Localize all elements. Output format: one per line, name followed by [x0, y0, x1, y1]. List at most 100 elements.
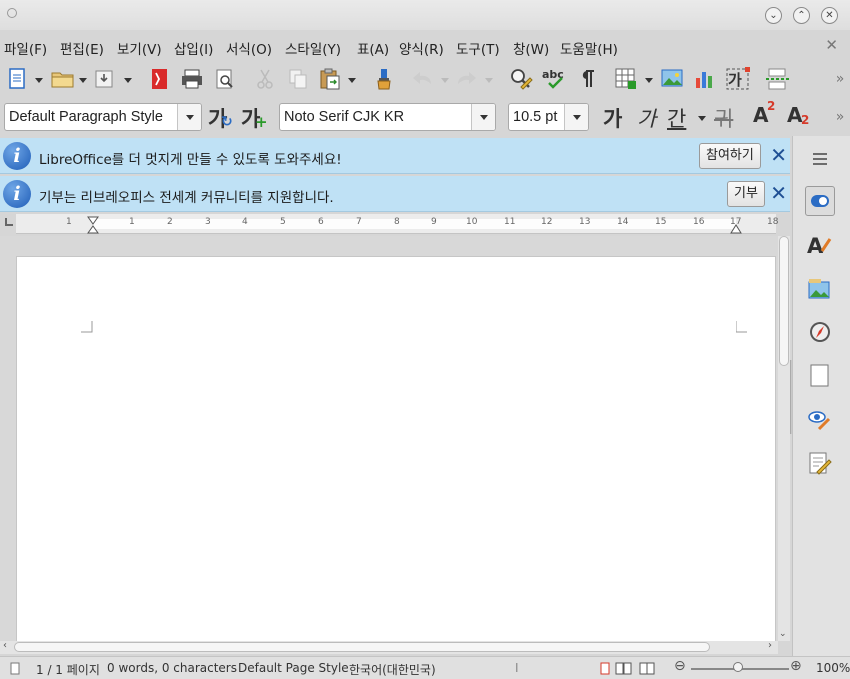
bold-icon[interactable]: 가 — [603, 103, 622, 133]
open-dropdown-icon[interactable] — [79, 78, 87, 83]
scroll-left-icon[interactable]: ‹ — [3, 640, 7, 651]
maximize-icon[interactable]: ⌃ — [793, 7, 810, 24]
open-folder-icon[interactable] — [50, 66, 76, 92]
infobar-donate: i 기부는 리브레오피스 전세계 커뮤니티를 지원합니다. 기부 ✕ — [0, 176, 790, 212]
zoom-out-icon[interactable]: ⊖ — [674, 658, 686, 674]
redo-dropdown-icon[interactable] — [485, 78, 493, 83]
get-involved-button[interactable]: 참여하기 — [699, 143, 761, 169]
navigator-icon[interactable] — [805, 317, 835, 347]
insert-page-break-icon[interactable] — [764, 66, 792, 92]
menu-styles[interactable]: 스타일(Y) — [285, 38, 341, 58]
find-replace-icon[interactable] — [508, 66, 534, 92]
view-layout-icons[interactable] — [600, 662, 656, 675]
print-icon[interactable] — [179, 66, 205, 92]
print-preview-icon[interactable] — [213, 66, 237, 92]
new-style-icon[interactable]: 가 + — [241, 103, 268, 133]
formatting-marks-icon[interactable] — [577, 66, 597, 92]
style-inspector-icon[interactable] — [805, 404, 835, 434]
undo-icon[interactable] — [410, 66, 434, 92]
copy-icon[interactable] — [287, 66, 309, 92]
font-name-combo[interactable]: Noto Serif CJK KR — [279, 103, 496, 131]
save-icon[interactable] — [94, 66, 114, 92]
text-boundary-top-right — [736, 321, 747, 333]
paragraph-style-dropdown-icon[interactable] — [177, 104, 201, 130]
sidebar-menu-icon[interactable] — [805, 144, 835, 174]
superscript-mark: 2 — [767, 99, 776, 113]
menu-tools[interactable]: 도구(T) — [456, 38, 500, 58]
update-style-icon[interactable]: 가 ↻ — [208, 103, 233, 133]
paste-icon[interactable] — [318, 66, 342, 92]
language-label[interactable]: 한국어(대한민국) — [349, 661, 436, 678]
superscript-icon[interactable]: A2 — [753, 99, 775, 127]
styles-icon[interactable]: A — [805, 230, 835, 260]
font-name-dropdown-icon[interactable] — [471, 104, 495, 130]
spelling-icon[interactable]: abc — [541, 66, 567, 92]
horizontal-ruler[interactable]: 1 1 2 3 4 5 6 7 8 9 10 11 12 13 14 15 16… — [16, 214, 778, 234]
right-indent-marker-icon[interactable] — [730, 222, 742, 234]
paste-dropdown-icon[interactable] — [348, 78, 356, 83]
close-infobar-icon[interactable]: ✕ — [770, 181, 787, 205]
scroll-right-icon[interactable]: › — [768, 640, 772, 651]
italic-icon[interactable]: 가 — [637, 103, 656, 133]
underline-icon[interactable]: 간 — [667, 103, 686, 133]
strikethrough-icon[interactable]: 귀 — [714, 103, 733, 133]
menu-form[interactable]: 양식(R) — [399, 38, 444, 58]
table-dropdown-icon[interactable] — [645, 78, 653, 83]
page-icon[interactable] — [805, 361, 835, 391]
insert-chart-icon[interactable] — [693, 66, 717, 92]
zoom-in-icon[interactable]: ⊕ — [790, 658, 802, 674]
new-document-icon[interactable] — [6, 66, 28, 92]
close-document-icon[interactable]: ✕ — [825, 36, 838, 54]
minimize-icon[interactable]: ⌄ — [765, 7, 782, 24]
menu-edit[interactable]: 편집(E) — [60, 38, 104, 58]
menu-help[interactable]: 도움말(H) — [560, 38, 618, 58]
manage-changes-icon[interactable] — [805, 448, 835, 478]
menu-window[interactable]: 창(W) — [513, 38, 549, 58]
redo-icon[interactable] — [455, 66, 479, 92]
paragraph-style-combo[interactable]: Default Paragraph Style — [4, 103, 202, 131]
left-indent-marker-icon[interactable] — [87, 216, 99, 234]
toolbar-overflow-icon[interactable]: » — [834, 66, 846, 92]
new-dropdown-icon[interactable] — [35, 78, 43, 83]
horizontal-scrollbar[interactable]: ‹ › — [0, 640, 778, 654]
document-page[interactable] — [16, 256, 776, 646]
subscript-icon[interactable]: A2 — [787, 103, 809, 127]
vertical-scrollbar[interactable]: ⌄ — [778, 236, 790, 641]
word-count[interactable]: 0 words, 0 characters — [107, 661, 237, 675]
donate-button[interactable]: 기부 — [727, 181, 765, 207]
zoom-slider-knob[interactable] — [733, 662, 743, 672]
undo-dropdown-icon[interactable] — [441, 78, 449, 83]
clone-formatting-icon[interactable] — [372, 66, 396, 92]
cut-icon[interactable] — [254, 66, 276, 92]
menu-view[interactable]: 보기(V) — [117, 38, 162, 58]
save-dropdown-icon[interactable] — [124, 78, 132, 83]
ruler-number: 14 — [617, 217, 629, 227]
menu-table[interactable]: 표(A) — [357, 38, 389, 58]
menu-insert[interactable]: 삽입(I) — [174, 38, 213, 58]
vertical-scroll-thumb[interactable] — [779, 236, 789, 366]
properties-icon[interactable] — [805, 186, 835, 216]
underline-dropdown-icon[interactable] — [698, 116, 706, 121]
page-style-label[interactable]: Default Page Style — [238, 661, 349, 675]
ruler-number: 2 — [167, 217, 173, 227]
close-window-icon[interactable]: ✕ — [821, 7, 838, 24]
scroll-down-icon[interactable]: ⌄ — [779, 629, 787, 639]
zoom-level[interactable]: 100% — [816, 661, 850, 675]
close-infobar-icon[interactable]: ✕ — [770, 143, 787, 167]
menu-format[interactable]: 서식(O) — [226, 38, 272, 58]
tab-stop-icon[interactable] — [5, 218, 13, 226]
export-pdf-icon[interactable] — [148, 66, 170, 92]
insert-image-icon[interactable] — [661, 66, 685, 92]
insert-textbox-icon[interactable]: 가 — [725, 66, 751, 92]
window-pin-icon[interactable] — [7, 8, 17, 18]
ruler-number: 13 — [579, 217, 591, 227]
horizontal-scroll-thumb[interactable] — [14, 642, 710, 652]
font-size-dropdown-icon[interactable] — [564, 104, 588, 130]
page-count[interactable]: 1 / 1 페이지 — [36, 661, 100, 678]
font-size-combo[interactable]: 10.5 pt — [508, 103, 589, 131]
font-size-value: 10.5 pt — [513, 109, 558, 125]
formatting-overflow-icon[interactable]: » — [834, 104, 846, 130]
insert-table-icon[interactable] — [614, 66, 638, 92]
menu-file[interactable]: 파일(F) — [4, 38, 47, 58]
gallery-icon[interactable] — [805, 274, 835, 304]
